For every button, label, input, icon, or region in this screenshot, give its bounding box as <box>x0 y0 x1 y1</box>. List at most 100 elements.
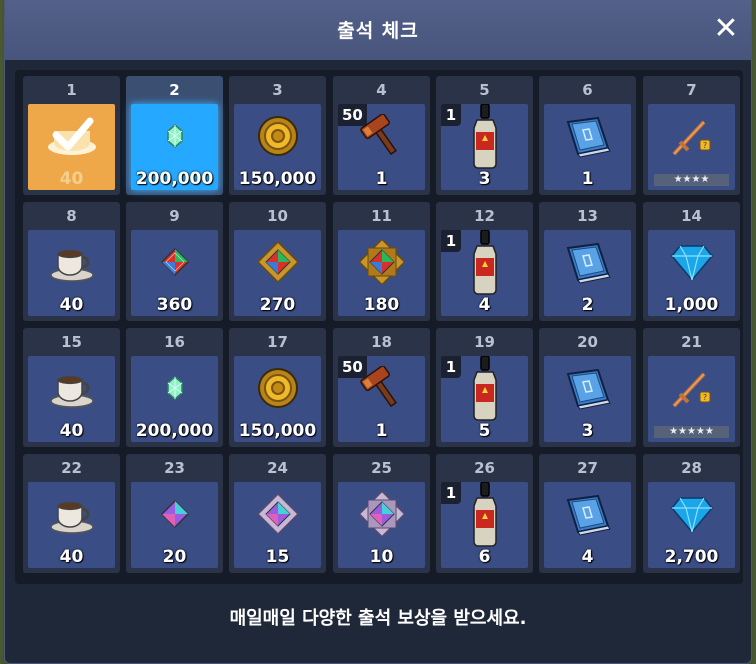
reward-card[interactable]: 2,700 <box>648 482 735 568</box>
day-number: 12 <box>474 207 495 225</box>
reward-card[interactable]: 15 <box>441 356 528 442</box>
small-gem-icon <box>165 375 185 405</box>
attendance-dialog: 출석 체크 ✕ 1 40 2 200,000 3 150,000 4 50 1 5 1 3 6 1 7? ★★… <box>4 0 752 664</box>
star-rating: ★★★★ <box>654 174 729 186</box>
reward-card[interactable]: 180 <box>338 230 425 316</box>
day-cell-18[interactable]: 18 50 1 <box>333 328 430 447</box>
reward-quantity: 15 <box>265 547 290 567</box>
reward-card[interactable]: 2 <box>544 230 631 316</box>
reward-quantity: 4 <box>478 295 491 315</box>
day-number: 3 <box>272 81 283 99</box>
day-number: 2 <box>169 81 180 99</box>
reward-card[interactable]: 14 <box>441 230 528 316</box>
reward-card[interactable]: 40 <box>28 230 115 316</box>
day-cell-17[interactable]: 17 150,000 <box>229 328 326 447</box>
book-icon <box>562 492 614 540</box>
diamond-icon <box>670 494 714 538</box>
reward-card[interactable]: 200,000 <box>131 356 218 442</box>
prism-gem-ornate-icon <box>357 490 406 540</box>
reward-card[interactable]: 150,000 <box>234 356 321 442</box>
reward-quantity: 3 <box>581 421 594 441</box>
gold-coin-icon <box>256 114 300 162</box>
day-cell-3[interactable]: 3 150,000 <box>229 76 326 195</box>
day-number: 8 <box>66 207 77 225</box>
day-cell-12[interactable]: 12 1 4 <box>436 202 533 321</box>
day-number: 28 <box>681 459 702 477</box>
day-cell-5[interactable]: 513 <box>436 76 533 195</box>
reward-quantity: 40 <box>59 169 84 189</box>
reward-quantity: 150,000 <box>238 421 317 441</box>
day-number: 22 <box>61 459 82 477</box>
day-number: 7 <box>686 81 697 99</box>
reward-card[interactable]: 50 1 <box>338 356 425 442</box>
day-cell-22[interactable]: 22 40 <box>23 454 120 573</box>
day-number: 1 <box>66 81 77 99</box>
day-cell-21[interactable]: 21? ★★★★★ <box>643 328 740 447</box>
reward-card[interactable]: 1 <box>544 104 631 190</box>
reward-card[interactable]: 50 1 <box>338 104 425 190</box>
rainbow-gem-icon <box>160 247 190 281</box>
day-number: 27 <box>577 459 598 477</box>
day-cell-4[interactable]: 4 50 1 <box>333 76 430 195</box>
day-cell-11[interactable]: 11 180 <box>333 202 430 321</box>
dialog-title: 출석 체크 <box>337 20 419 42</box>
reward-quantity: 10 <box>369 547 394 567</box>
day-number: 23 <box>164 459 185 477</box>
day-cell-9[interactable]: 9 360 <box>126 202 223 321</box>
day-cell-8[interactable]: 8 40 <box>23 202 120 321</box>
day-number: 6 <box>582 81 593 99</box>
reward-card[interactable]: ? ★★★★★ <box>648 356 735 442</box>
reward-card[interactable]: 20 <box>131 482 218 568</box>
day-cell-2[interactable]: 2 200,000 <box>126 76 223 195</box>
day-cell-16[interactable]: 16 200,000 <box>126 328 223 447</box>
svg-text:?: ? <box>702 141 706 150</box>
reward-card[interactable]: 360 <box>131 230 218 316</box>
close-icon[interactable]: ✕ <box>711 14 741 44</box>
reward-card[interactable]: 200,000 <box>131 104 218 190</box>
reward-quantity: 200,000 <box>135 421 214 441</box>
day-cell-24[interactable]: 24 15 <box>229 454 326 573</box>
reward-card[interactable]: 3 <box>544 356 631 442</box>
reward-card[interactable]: 13 <box>441 104 528 190</box>
reward-card[interactable]: ? ★★★★ <box>648 104 735 190</box>
day-cell-7[interactable]: 7? ★★★★ <box>643 76 740 195</box>
day-cell-27[interactable]: 27 4 <box>539 454 636 573</box>
count-badge: 50 <box>338 104 367 126</box>
reward-card[interactable]: 15 <box>234 482 321 568</box>
prism-gem-icon <box>160 499 190 533</box>
day-cell-28[interactable]: 28 2,700 <box>643 454 740 573</box>
day-cell-20[interactable]: 20 3 <box>539 328 636 447</box>
rainbow-gem-frame-icon <box>256 240 300 288</box>
reward-quantity: 2 <box>581 295 594 315</box>
attendance-grid: 1 40 2 200,000 3 150,000 4 50 1 5 1 3 6 1 7? ★★★★ 8 40 9 36… <box>15 70 743 584</box>
sword-icon: ? <box>666 114 718 162</box>
day-number: 13 <box>577 207 598 225</box>
reward-quantity: 180 <box>363 295 400 315</box>
book-icon <box>562 240 614 288</box>
day-cell-25[interactable]: 25 10 <box>333 454 430 573</box>
reward-card[interactable]: 40 <box>28 356 115 442</box>
reward-card[interactable]: 16 <box>441 482 528 568</box>
day-cell-6[interactable]: 61 <box>539 76 636 195</box>
book-icon <box>562 366 614 414</box>
count-badge: 1 <box>441 482 461 504</box>
day-cell-23[interactable]: 23 20 <box>126 454 223 573</box>
reward-card[interactable]: 4 <box>544 482 631 568</box>
day-cell-15[interactable]: 15 40 <box>23 328 120 447</box>
day-cell-10[interactable]: 10 270 <box>229 202 326 321</box>
day-cell-26[interactable]: 26 1 6 <box>436 454 533 573</box>
reward-card[interactable]: 1,000 <box>648 230 735 316</box>
day-cell-1[interactable]: 1 40 <box>23 76 120 195</box>
reward-card[interactable]: 40 <box>28 482 115 568</box>
day-cell-13[interactable]: 13 2 <box>539 202 636 321</box>
reward-card[interactable]: 270 <box>234 230 321 316</box>
day-cell-19[interactable]: 19 1 5 <box>436 328 533 447</box>
day-cell-14[interactable]: 14 1,000 <box>643 202 740 321</box>
reward-card[interactable]: 150,000 <box>234 104 321 190</box>
day-number: 5 <box>479 81 490 99</box>
star-rating: ★★★★★ <box>654 426 729 438</box>
reward-card[interactable]: 10 <box>338 482 425 568</box>
prism-gem-frame-icon <box>256 492 300 540</box>
gold-coin-icon <box>256 366 300 414</box>
reward-card[interactable]: 40 <box>28 104 115 190</box>
